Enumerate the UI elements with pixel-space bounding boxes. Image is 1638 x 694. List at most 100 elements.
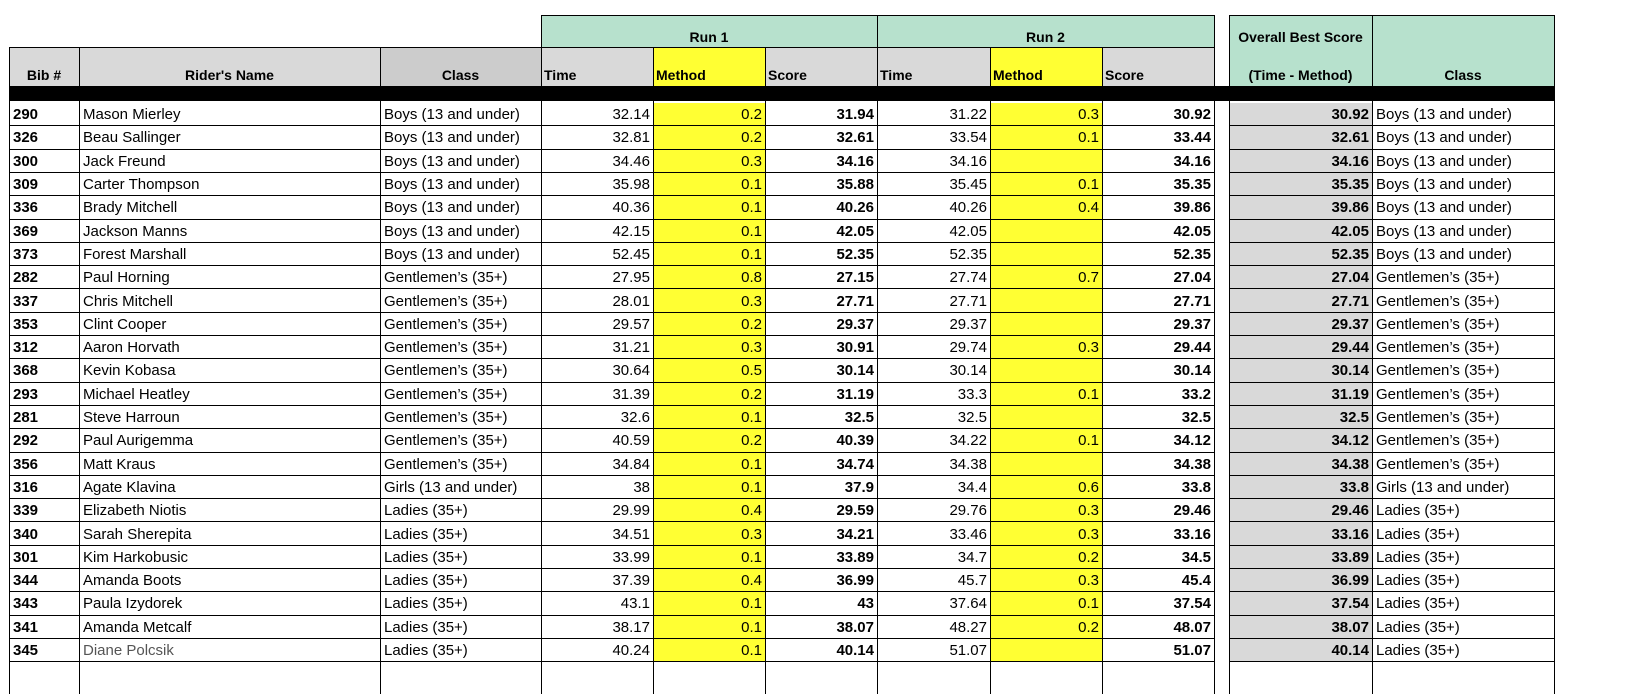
class2-cell[interactable]: Gentlemen’s (35+) bbox=[1372, 406, 1554, 429]
run2-score-cell[interactable]: 29.44 bbox=[1102, 336, 1214, 359]
class-cell[interactable]: Gentlemen’s (35+) bbox=[380, 406, 541, 429]
bib-cell[interactable]: 282 bbox=[9, 266, 79, 289]
run1-score-cell[interactable]: 27.71 bbox=[765, 289, 877, 312]
class2-cell[interactable]: Gentlemen’s (35+) bbox=[1372, 453, 1554, 476]
run2-score-cell[interactable]: 30.14 bbox=[1102, 359, 1214, 382]
run2-time-cell[interactable]: 29.37 bbox=[877, 313, 990, 336]
run1-method-cell[interactable]: 0.1 bbox=[653, 242, 765, 267]
class-cell[interactable]: Boys (13 and under) bbox=[380, 220, 541, 243]
run1-method-cell[interactable]: 0.1 bbox=[653, 475, 765, 500]
bib-cell[interactable]: 326 bbox=[9, 126, 79, 149]
class2-cell[interactable]: Gentlemen’s (35+) bbox=[1372, 266, 1554, 289]
run2-score-cell[interactable]: 34.12 bbox=[1102, 429, 1214, 452]
class2-cell[interactable]: Boys (13 and under) bbox=[1372, 126, 1554, 149]
rider-name-cell[interactable]: Kim Harkobusic bbox=[79, 546, 380, 569]
overall-best-cell[interactable]: 33.8 bbox=[1229, 475, 1372, 500]
run2-score-cell[interactable]: 34.38 bbox=[1102, 453, 1214, 476]
class2-cell[interactable]: Girls (13 and under) bbox=[1372, 476, 1554, 499]
overall-best-cell[interactable]: 33.89 bbox=[1229, 545, 1372, 569]
run1-time-cell[interactable]: 34.46 bbox=[541, 150, 653, 173]
class2-cell[interactable]: Boys (13 and under) bbox=[1372, 173, 1554, 196]
class-cell[interactable]: Gentlemen’s (35+) bbox=[380, 429, 541, 452]
class-cell[interactable]: Gentlemen’s (35+) bbox=[380, 266, 541, 289]
run2-method-cell[interactable] bbox=[990, 638, 1102, 663]
run1-score-cell[interactable]: 38.07 bbox=[765, 616, 877, 639]
run1-method-cell[interactable]: 0.3 bbox=[653, 289, 765, 313]
overall-best-cell[interactable]: 40.14 bbox=[1229, 638, 1372, 663]
class2-cell[interactable]: Boys (13 and under) bbox=[1372, 196, 1554, 219]
overall-best-cell[interactable]: 31.19 bbox=[1229, 382, 1372, 406]
run2-time-cell[interactable]: 27.74 bbox=[877, 266, 990, 289]
run1-time-cell[interactable]: 29.57 bbox=[541, 313, 653, 336]
bib-cell[interactable]: 356 bbox=[9, 453, 79, 476]
bib-cell[interactable]: 345 bbox=[9, 639, 79, 662]
run1-score-cell[interactable]: 40.14 bbox=[765, 639, 877, 662]
run2-time-cell[interactable]: 34.16 bbox=[877, 150, 990, 173]
class2-cell[interactable]: Gentlemen’s (35+) bbox=[1372, 429, 1554, 452]
run1-score-cell[interactable]: 52.35 bbox=[765, 243, 877, 266]
run2-score-cell[interactable]: 39.86 bbox=[1102, 196, 1214, 219]
run1-method-cell[interactable]: 0.2 bbox=[653, 103, 765, 127]
rider-name-cell[interactable]: Amanda Boots bbox=[79, 569, 380, 592]
run1-time-cell[interactable]: 40.59 bbox=[541, 429, 653, 452]
run2-time-cell[interactable]: 27.71 bbox=[877, 289, 990, 312]
bib-cell[interactable]: 353 bbox=[9, 313, 79, 336]
run2-score-cell[interactable]: 30.92 bbox=[1102, 103, 1214, 126]
overall-best-cell[interactable]: 33.16 bbox=[1229, 522, 1372, 546]
rider-name-cell[interactable]: Brady Mitchell bbox=[79, 196, 380, 219]
run2-method-cell[interactable]: 0.4 bbox=[990, 196, 1102, 220]
run2-score-cell[interactable]: 51.07 bbox=[1102, 639, 1214, 662]
run1-method-cell[interactable]: 0.2 bbox=[653, 312, 765, 336]
rider-name-cell[interactable]: Matt Kraus bbox=[79, 453, 380, 476]
rider-name-cell[interactable]: Paula Izydorek bbox=[79, 592, 380, 615]
run1-time-cell[interactable]: 40.36 bbox=[541, 196, 653, 219]
class2-cell[interactable]: Gentlemen’s (35+) bbox=[1372, 383, 1554, 406]
bib-cell[interactable]: 368 bbox=[9, 359, 79, 382]
run1-method-cell[interactable]: 0.2 bbox=[653, 382, 765, 406]
rider-name-cell[interactable]: Amanda Metcalf bbox=[79, 616, 380, 639]
rider-name-cell[interactable]: Kevin Kobasa bbox=[79, 359, 380, 382]
run2-time-cell[interactable]: 30.14 bbox=[877, 359, 990, 382]
overall-best-cell[interactable]: 32.5 bbox=[1229, 405, 1372, 430]
bib-cell[interactable]: 281 bbox=[9, 406, 79, 429]
run1-method-cell[interactable]: 0.3 bbox=[653, 149, 765, 173]
run1-method-cell[interactable]: 0.1 bbox=[653, 196, 765, 220]
run1-method-cell[interactable]: 0.4 bbox=[653, 499, 765, 523]
run2-time-cell[interactable]: 33.46 bbox=[877, 522, 990, 545]
run2-score-cell[interactable]: 34.5 bbox=[1102, 546, 1214, 569]
bib-cell[interactable]: 309 bbox=[9, 173, 79, 196]
run1-score-cell[interactable]: 30.14 bbox=[765, 359, 877, 382]
class-cell[interactable]: Gentlemen’s (35+) bbox=[380, 453, 541, 476]
run2-method-cell[interactable] bbox=[990, 452, 1102, 476]
class2-cell[interactable]: Boys (13 and under) bbox=[1372, 220, 1554, 243]
run1-score-cell[interactable]: 42.05 bbox=[765, 220, 877, 243]
run2-score-cell[interactable]: 33.44 bbox=[1102, 126, 1214, 149]
overall-best-cell[interactable]: 29.46 bbox=[1229, 499, 1372, 523]
class-cell[interactable]: Ladies (35+) bbox=[380, 639, 541, 662]
rider-name-cell[interactable]: Agate Klavina bbox=[79, 476, 380, 499]
run2-method-cell[interactable]: 0.1 bbox=[990, 172, 1102, 197]
run2-time-cell[interactable]: 31.22 bbox=[877, 103, 990, 126]
run2-method-cell[interactable]: 0.2 bbox=[990, 545, 1102, 569]
run2-method-cell[interactable]: 0.1 bbox=[990, 429, 1102, 453]
run1-score-cell[interactable]: 34.21 bbox=[765, 522, 877, 545]
run1-score-cell[interactable]: 40.26 bbox=[765, 196, 877, 219]
run2-time-cell[interactable]: 37.64 bbox=[877, 592, 990, 615]
class-cell[interactable]: Boys (13 and under) bbox=[380, 103, 541, 126]
class-cell[interactable]: Ladies (35+) bbox=[380, 522, 541, 545]
bib-cell[interactable]: 293 bbox=[9, 383, 79, 406]
overall-best-cell[interactable]: 27.04 bbox=[1229, 266, 1372, 290]
run1-score-cell[interactable]: 27.15 bbox=[765, 266, 877, 289]
run1-score-cell[interactable]: 32.5 bbox=[765, 406, 877, 429]
run2-time-cell[interactable]: 51.07 bbox=[877, 639, 990, 662]
run2-score-cell[interactable]: 33.8 bbox=[1102, 476, 1214, 499]
run2-method-cell[interactable]: 0.1 bbox=[990, 126, 1102, 150]
class-cell[interactable]: Boys (13 and under) bbox=[380, 126, 541, 149]
class-cell[interactable]: Boys (13 and under) bbox=[380, 173, 541, 196]
class-cell[interactable]: Gentlemen’s (35+) bbox=[380, 359, 541, 382]
run2-score-cell[interactable]: 33.16 bbox=[1102, 522, 1214, 545]
overall-best-cell[interactable]: 27.71 bbox=[1229, 289, 1372, 313]
overall-best-cell[interactable]: 36.99 bbox=[1229, 569, 1372, 593]
bib-cell[interactable]: 341 bbox=[9, 616, 79, 639]
run2-score-cell[interactable]: 27.04 bbox=[1102, 266, 1214, 289]
